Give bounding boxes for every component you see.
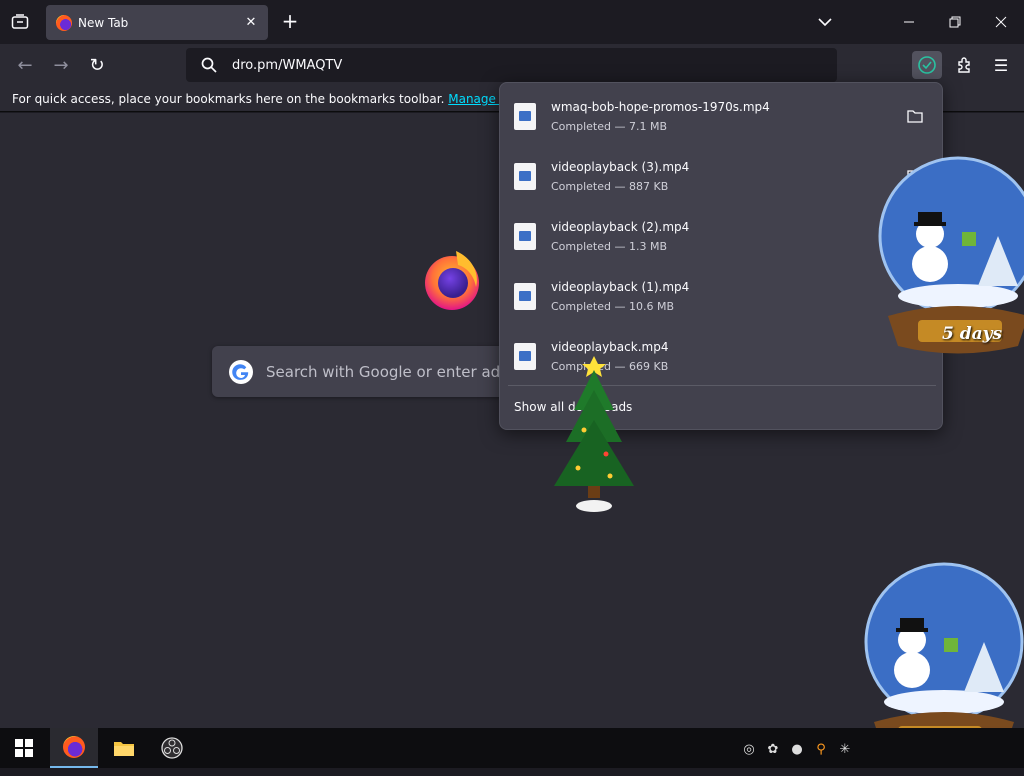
obs-icon[interactable] <box>148 728 196 768</box>
download-status: Completed — 887 KB <box>551 180 669 193</box>
plus-icon[interactable]: + <box>279 9 301 33</box>
download-item[interactable]: videoplayback (1).mp4 Completed — 10.6 M… <box>500 265 942 325</box>
firefox-icon <box>63 736 85 758</box>
reload-icon[interactable]: ↻ <box>84 52 110 78</box>
firefox-logo <box>420 247 484 311</box>
folder-icon[interactable] <box>906 107 924 125</box>
list-all-tabs-icon[interactable] <box>8 10 32 34</box>
globe-countdown: 5 days <box>942 324 1003 344</box>
download-item[interactable]: videoplayback (2).mp4 Completed — 1.3 MB <box>500 205 942 265</box>
video-file-icon <box>514 343 536 370</box>
drop-tray-icon[interactable]: ● <box>788 740 806 758</box>
taskbar: ◎ ✿ ● ⚲ ✳ <box>0 728 1024 768</box>
obs-tray-icon[interactable]: ◎ <box>740 740 758 758</box>
hamburger-menu-icon[interactable]: ☰ <box>988 52 1014 78</box>
back-icon[interactable]: ← <box>12 52 38 78</box>
download-name: videoplayback (2).mp4 <box>551 220 690 234</box>
minimize-icon[interactable] <box>886 0 932 44</box>
tab-strip: New Tab ✕ + <box>0 0 1024 44</box>
snowflake-tray-icon[interactable]: ✳ <box>836 740 854 758</box>
search-icon <box>200 56 218 74</box>
download-item[interactable]: videoplayback (3).mp4 Completed — 887 KB <box>500 145 942 205</box>
file-explorer-icon[interactable] <box>100 728 148 768</box>
address-bar[interactable] <box>186 48 837 82</box>
firefox-icon <box>56 14 72 31</box>
chevron-down-icon[interactable] <box>815 12 835 32</box>
video-file-icon <box>514 163 536 190</box>
bookmarks-message: For quick access, place your bookmarks h… <box>12 92 445 106</box>
system-tray: ◎ ✿ ● ⚲ ✳ <box>740 738 854 760</box>
snow-globe-widget[interactable]: 5 days <box>878 146 1024 366</box>
close-window-icon[interactable] <box>978 0 1024 44</box>
download-status: Completed — 1.3 MB <box>551 240 668 253</box>
forward-icon[interactable]: → <box>48 52 74 78</box>
google-icon <box>228 359 254 385</box>
download-done-icon[interactable] <box>912 51 942 79</box>
search-tray-icon[interactable]: ⚲ <box>812 740 830 758</box>
url-input[interactable] <box>232 57 812 73</box>
taskbar-firefox[interactable] <box>50 728 98 768</box>
navigation-toolbar: ← → ↻ ☰ <box>0 44 1024 86</box>
video-file-icon <box>514 103 536 130</box>
color-tray-icon[interactable]: ✿ <box>764 740 782 758</box>
close-icon[interactable]: ✕ <box>242 13 260 31</box>
tab-title: New Tab <box>78 15 129 30</box>
tab-new-tab[interactable]: New Tab ✕ <box>46 5 268 40</box>
download-item[interactable]: wmaq-bob-hope-promos-1970s.mp4 Completed… <box>500 85 942 145</box>
restore-icon[interactable] <box>932 0 978 44</box>
download-name: videoplayback (1).mp4 <box>551 280 690 294</box>
download-name: wmaq-bob-hope-promos-1970s.mp4 <box>551 100 770 114</box>
download-status: Completed — 7.1 MB <box>551 120 668 133</box>
windows-start-icon[interactable] <box>0 728 48 768</box>
christmas-tree-decoration[interactable] <box>548 350 640 515</box>
extensions-icon[interactable] <box>952 52 978 78</box>
download-name: videoplayback (3).mp4 <box>551 160 690 174</box>
download-status: Completed — 10.6 MB <box>551 300 675 313</box>
video-file-icon <box>514 223 536 250</box>
video-file-icon <box>514 283 536 310</box>
